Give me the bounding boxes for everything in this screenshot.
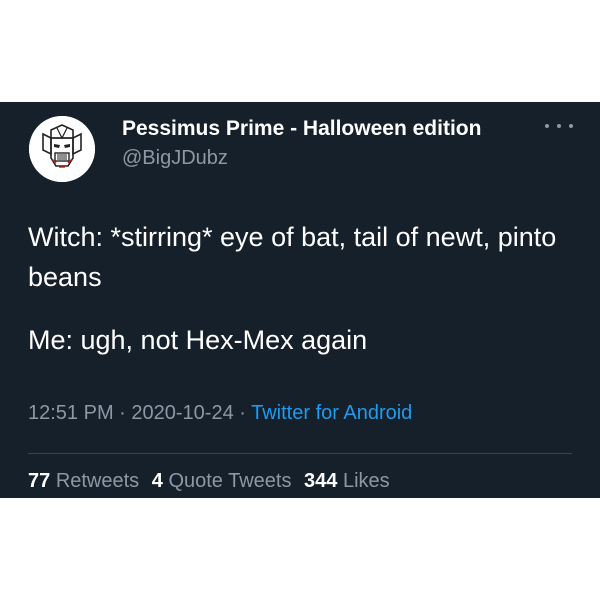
quote-tweets-stat[interactable]: 4 Quote Tweets <box>152 470 292 492</box>
meta-separator: · <box>113 402 132 424</box>
meta-separator: · <box>233 402 252 424</box>
tweet-text-line-1: Witch: *stirring* eye of bat, tail of ne… <box>28 222 557 292</box>
likes-count: 344 <box>304 470 338 492</box>
author-display-name[interactable]: Pessimus Prime - Halloween edition <box>122 117 481 141</box>
tweet-text: Witch: *stirring* eye of bat, tail of ne… <box>28 217 578 360</box>
tweet-card: Pessimus Prime - Halloween edition @BigJ… <box>0 102 600 498</box>
quote-tweets-count: 4 <box>151 470 163 492</box>
more-dot <box>545 124 549 128</box>
avatar[interactable] <box>29 116 95 182</box>
retweets-label: Retweets <box>55 470 140 492</box>
likes-stat[interactable]: 344 Likes <box>304 470 390 492</box>
tweet-stats: 77 Retweets 4 Quote Tweets 344 Likes <box>28 470 397 493</box>
more-options-icon[interactable] <box>545 116 573 136</box>
author-handle[interactable]: @BigJDubz <box>122 147 228 170</box>
tweet-time[interactable]: 12:51 PM <box>28 402 114 424</box>
retweets-count: 77 <box>28 470 51 492</box>
tweet-meta: 12:51 PM · 2020-10-24 · Twitter for Andr… <box>28 402 412 425</box>
robot-helmet-icon <box>29 116 95 182</box>
tweet-date[interactable]: 2020-10-24 <box>131 402 233 424</box>
more-dot <box>557 124 561 128</box>
divider <box>28 453 572 454</box>
tweet-text-line-2: Me: ugh, not Hex-Mex again <box>28 325 368 355</box>
likes-label: Likes <box>342 470 390 492</box>
quote-tweets-label: Quote Tweets <box>168 470 292 492</box>
retweets-stat[interactable]: 77 Retweets <box>28 470 139 492</box>
more-dot <box>569 124 573 128</box>
tweet-source-link[interactable]: Twitter for Android <box>251 402 412 424</box>
